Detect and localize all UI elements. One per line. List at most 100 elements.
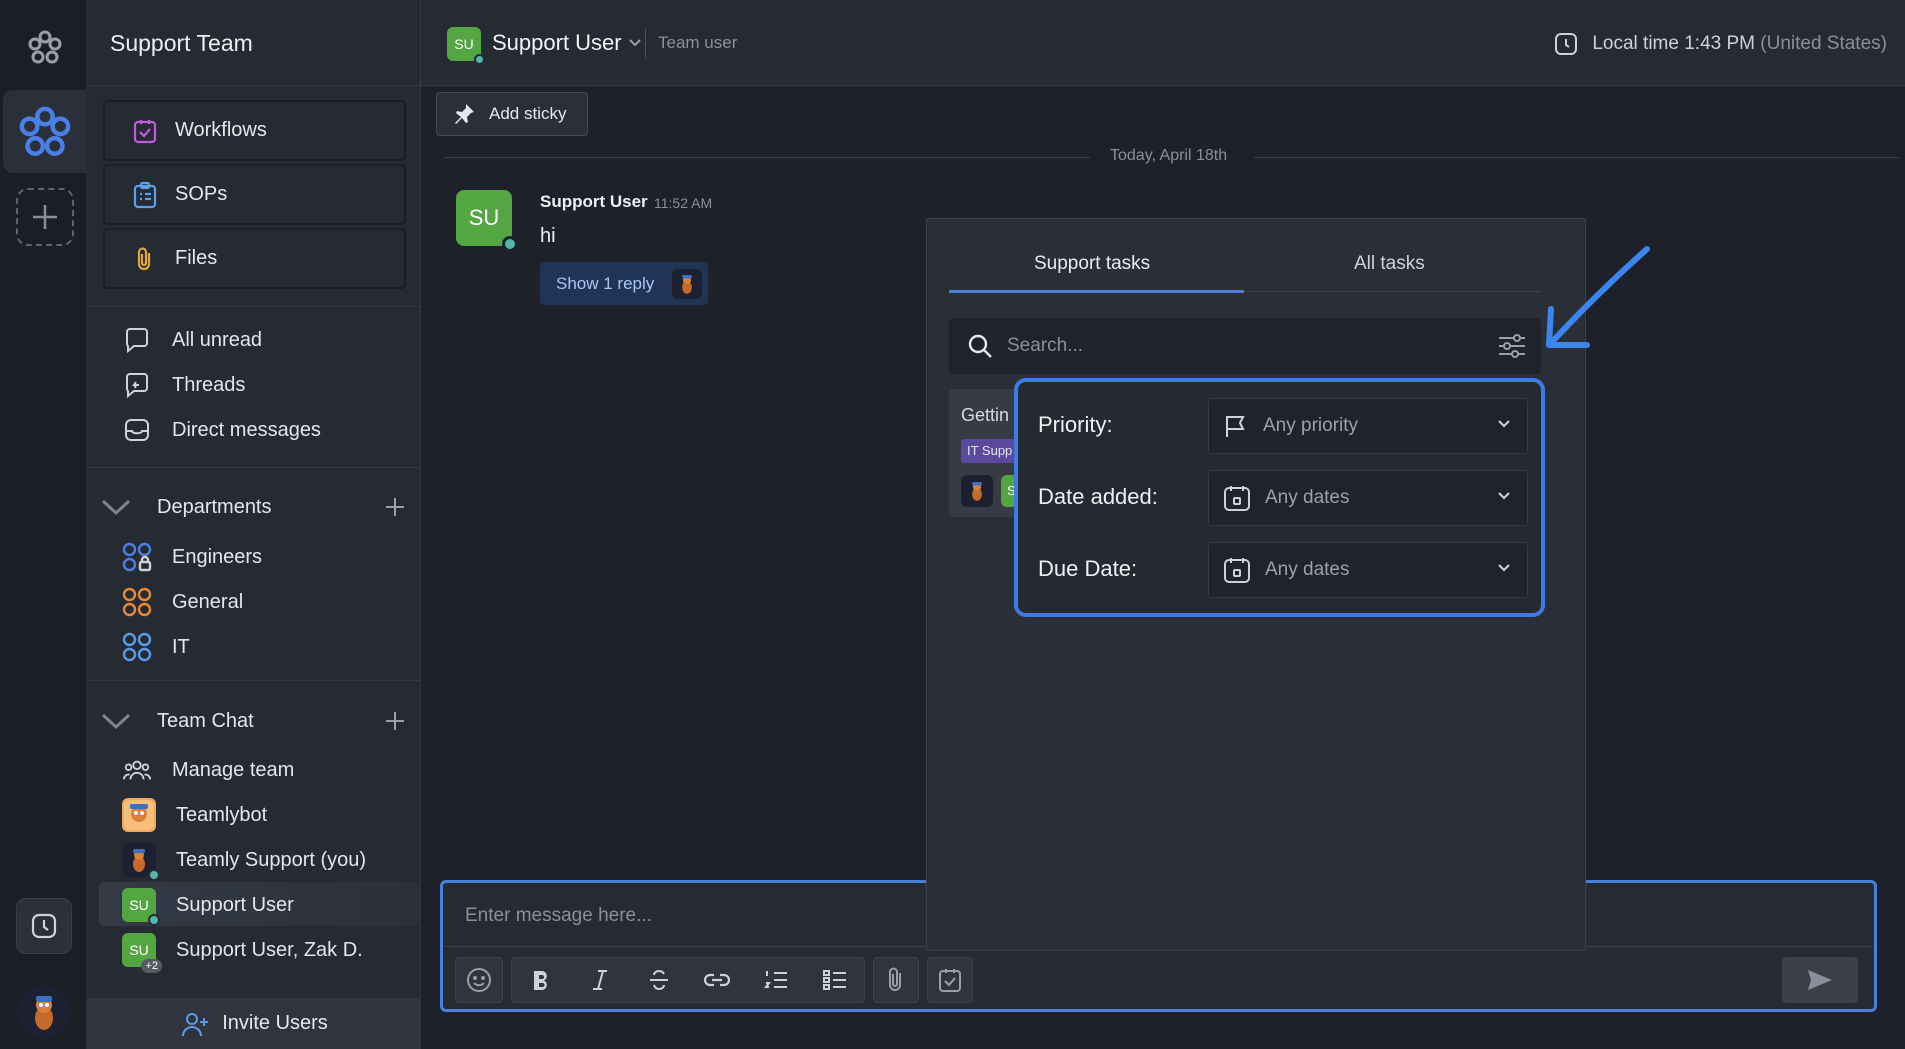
user-avatar[interactable] bbox=[17, 985, 71, 1039]
chevron-down-icon bbox=[1498, 420, 1510, 428]
filter-dropdown: Priority: Any priority Date added: Any d… bbox=[1014, 378, 1545, 617]
ordered-list-icon[interactable] bbox=[747, 958, 806, 1002]
bullet-list-icon[interactable] bbox=[805, 958, 864, 1002]
manage-team[interactable]: Manage team bbox=[122, 752, 294, 788]
task-search[interactable]: Search... bbox=[949, 318, 1541, 374]
people-icon bbox=[122, 755, 152, 785]
avatar: SU +2 bbox=[122, 933, 162, 973]
due-date-select[interactable]: Any dates bbox=[1208, 542, 1528, 598]
bold-icon[interactable] bbox=[512, 958, 571, 1002]
chat-bubble-icon bbox=[122, 325, 152, 355]
nav-direct-messages[interactable]: Direct messages bbox=[122, 412, 321, 448]
annotation-arrow-icon bbox=[1546, 246, 1650, 348]
message-author[interactable]: Support User bbox=[540, 192, 648, 212]
files-label: Files bbox=[175, 247, 218, 269]
task-title: Gettin bbox=[961, 405, 1010, 425]
department-general[interactable]: General bbox=[122, 584, 243, 620]
add-sticky-label: Add sticky bbox=[489, 104, 567, 123]
chat-header: SU Support User Team user Local time 1:4… bbox=[421, 0, 1905, 86]
chat-teamly-support[interactable]: Teamly Support (you) bbox=[122, 842, 367, 881]
clock-icon[interactable] bbox=[16, 898, 72, 954]
team-name[interactable]: Support Team bbox=[110, 30, 253, 57]
workflows-button[interactable]: Workflows bbox=[103, 100, 406, 161]
add-workspace-icon[interactable] bbox=[16, 188, 74, 246]
nav-threads[interactable]: Threads bbox=[122, 367, 245, 403]
show-replies-button[interactable]: Show 1 reply bbox=[540, 262, 708, 305]
nav-label: Direct messages bbox=[172, 418, 321, 441]
select-value: Any priority bbox=[1263, 415, 1359, 436]
divider bbox=[444, 157, 1090, 158]
emoji-icon[interactable] bbox=[456, 958, 502, 1002]
italic-icon[interactable] bbox=[571, 958, 630, 1002]
chevron-down-icon[interactable] bbox=[101, 498, 137, 516]
member-count-badge: +2 bbox=[141, 959, 162, 973]
pin-icon bbox=[455, 104, 474, 124]
filter-date-added: Date added: Any dates bbox=[1018, 470, 1541, 526]
avatar-initials: SU bbox=[454, 36, 474, 52]
active-tab-indicator bbox=[949, 290, 1244, 293]
chat-teamlybot[interactable]: Teamlybot bbox=[122, 797, 267, 833]
chat-support-user-group[interactable]: SU +2 Support User, Zak D. bbox=[122, 932, 363, 973]
flower-logo-icon[interactable] bbox=[6, 6, 83, 89]
team-chat-header[interactable]: Team Chat bbox=[101, 703, 405, 739]
invite-users-button[interactable]: Invite Users bbox=[87, 998, 421, 1049]
tab-all-tasks[interactable]: All tasks bbox=[1354, 253, 1425, 275]
divider bbox=[87, 306, 421, 307]
attach-group bbox=[873, 957, 919, 1003]
add-department-icon[interactable] bbox=[385, 497, 405, 517]
nav-label: Threads bbox=[172, 373, 246, 396]
department-label: General bbox=[172, 590, 244, 613]
reply-label: Show 1 reply bbox=[556, 273, 655, 293]
online-status bbox=[502, 236, 518, 252]
task-icon[interactable] bbox=[928, 958, 972, 1002]
priority-select[interactable]: Any priority bbox=[1208, 398, 1528, 454]
departments-title: Departments bbox=[157, 495, 272, 518]
emoji-group bbox=[455, 957, 503, 1003]
department-icon bbox=[122, 587, 152, 617]
local-time-value: Local time 1:43 PM bbox=[1592, 33, 1755, 54]
send-button[interactable] bbox=[1782, 957, 1858, 1003]
departments-header[interactable]: Departments bbox=[101, 489, 405, 525]
search-input[interactable]: Search... bbox=[1007, 335, 1083, 357]
message-time: 11:52 AM bbox=[654, 195, 713, 211]
add-sticky-button[interactable]: Add sticky bbox=[436, 92, 588, 136]
header-avatar[interactable]: SU bbox=[447, 27, 485, 65]
department-icon bbox=[122, 542, 152, 572]
flag-icon bbox=[1226, 416, 1245, 437]
filter-settings-icon[interactable] bbox=[1497, 332, 1527, 360]
department-it[interactable]: IT bbox=[122, 629, 190, 665]
channel-title[interactable]: Support User bbox=[492, 30, 642, 56]
date-added-select[interactable]: Any dates bbox=[1208, 470, 1528, 526]
filter-priority: Priority: Any priority bbox=[1018, 398, 1541, 454]
chat-label: Teamlybot bbox=[176, 803, 268, 826]
tab-support-tasks[interactable]: Support tasks bbox=[1034, 253, 1150, 275]
chat-support-user[interactable]: SU Support User bbox=[122, 887, 294, 926]
clock-icon bbox=[1555, 33, 1578, 55]
strikethrough-icon[interactable] bbox=[629, 958, 688, 1002]
divider bbox=[1244, 291, 1541, 292]
date-separator: Today, April 18th bbox=[444, 147, 1899, 167]
chat-label: Support User bbox=[176, 893, 294, 916]
sops-button[interactable]: SOPs bbox=[103, 164, 406, 225]
workflows-label: Workflows bbox=[175, 119, 267, 141]
threads-icon bbox=[122, 370, 152, 400]
chat-label: Manage team bbox=[172, 758, 295, 781]
assignee-avatar bbox=[961, 475, 993, 507]
department-engineers[interactable]: Engineers bbox=[122, 539, 262, 575]
message-avatar[interactable]: SU bbox=[456, 190, 518, 252]
calendar-icon bbox=[1224, 558, 1250, 583]
clipboard-icon bbox=[133, 181, 157, 208]
paperclip-icon[interactable] bbox=[874, 958, 918, 1002]
workspace-icon[interactable] bbox=[3, 90, 87, 173]
format-toolbar bbox=[511, 957, 865, 1003]
paperclip-icon bbox=[137, 246, 151, 270]
link-icon[interactable] bbox=[688, 958, 747, 1002]
chevron-down-icon[interactable] bbox=[101, 712, 137, 730]
nav-all-unread[interactable]: All unread bbox=[122, 322, 262, 358]
files-button[interactable]: Files bbox=[103, 228, 406, 289]
chat-label: Teamly Support (you) bbox=[176, 848, 367, 871]
add-chat-icon[interactable] bbox=[385, 711, 405, 731]
message-input[interactable]: Enter message here... bbox=[465, 905, 652, 927]
sidebar: Support Team Workflows SOPs Files All un… bbox=[87, 0, 421, 1049]
filter-label: Date added: bbox=[1038, 484, 1158, 509]
